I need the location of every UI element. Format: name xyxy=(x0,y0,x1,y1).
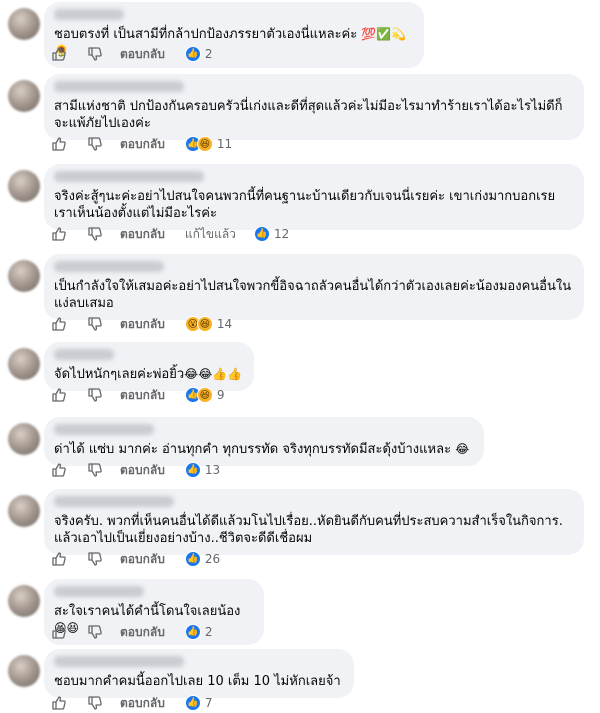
thumbs-down-icon[interactable] xyxy=(86,694,104,712)
reaction-summary[interactable]: 👍 26 xyxy=(184,551,221,567)
thumbs-up-icon[interactable] xyxy=(50,45,68,63)
thumbs-down-icon[interactable] xyxy=(86,135,104,153)
like-reaction-icon: 👍 xyxy=(184,462,201,478)
reaction-count: 26 xyxy=(204,552,221,566)
reply-button[interactable]: ตอบกลับ xyxy=(120,225,165,244)
comment-text: ชอบมากคำคมนี้ออกไปเลย 10 เต็ม 10 ไม่หักเ… xyxy=(54,674,341,689)
avatar[interactable] xyxy=(8,423,40,455)
reply-button[interactable]: ตอบกลับ xyxy=(120,694,165,713)
like-reaction-icon: 👍 xyxy=(184,624,201,640)
commenter-name[interactable] xyxy=(54,261,164,272)
reaction-summary[interactable]: 👍 😆 9 xyxy=(184,387,225,403)
reaction-summary[interactable]: 😮 😆 14 xyxy=(184,316,233,332)
comment-emoji: 😂 xyxy=(455,442,470,456)
reply-button[interactable]: ตอบกลับ xyxy=(120,550,165,569)
thumbs-down-icon[interactable] xyxy=(86,550,104,568)
reaction-summary[interactable]: 👍 12 xyxy=(253,226,290,242)
comment-bubble: จริงค่ะสู้ๆนะค่ะอย่าไปสนใจคนพวกนี้ที่คนฐ… xyxy=(44,164,584,230)
reaction-count: 13 xyxy=(204,463,221,477)
commenter-name[interactable] xyxy=(54,656,184,667)
thumbs-up-icon[interactable] xyxy=(50,461,68,479)
comment-actions: ตอบกลับ 👍 26 xyxy=(50,548,220,570)
commenter-name[interactable] xyxy=(54,424,154,435)
avatar[interactable] xyxy=(8,348,40,380)
comment-text: จริงค่ะสู้ๆนะค่ะอย่าไปสนใจคนพวกนี้ที่คนฐ… xyxy=(54,189,556,221)
commenter-name[interactable] xyxy=(54,81,184,92)
avatar[interactable] xyxy=(8,495,40,527)
comment-emoji: 😂😂👍👍 xyxy=(184,367,243,381)
comment-actions: ตอบกลับ แก้ไขแล้ว 👍 12 xyxy=(50,223,289,245)
commenter-name[interactable] xyxy=(54,586,144,597)
like-reaction-icon: 👍 xyxy=(184,551,201,567)
reply-button[interactable]: ตอบกลับ xyxy=(120,135,165,154)
comment-text: จริงครับ. พวกที่เห็นคนอื่นได้ดีแล้วมโนไป… xyxy=(54,514,563,546)
edited-label: แก้ไขแล้ว xyxy=(184,226,236,241)
comment-actions: ตอบกลับ 👍 13 xyxy=(50,459,220,481)
avatar[interactable] xyxy=(8,170,40,202)
comment-actions: ตอบกลับ 👍 2 xyxy=(50,43,213,65)
like-reaction-icon: 👍 xyxy=(184,695,201,711)
comment-text: ด่าได้ แซ่บ มากค่ะ อ่านทุกคำ ทุกบรรทัด จ… xyxy=(54,442,470,457)
reply-button[interactable]: ตอบกลับ xyxy=(120,623,165,642)
thumbs-up-icon[interactable] xyxy=(50,225,68,243)
reaction-count: 2 xyxy=(204,47,213,61)
thumbs-down-icon[interactable] xyxy=(86,315,104,333)
comment-actions: ตอบกลับ 👍 7 xyxy=(50,692,213,713)
haha-reaction-icon: 😆 xyxy=(196,136,213,152)
reaction-summary[interactable]: 👍 13 xyxy=(184,462,221,478)
thumbs-up-icon[interactable] xyxy=(50,315,68,333)
comment-bubble: จริงครับ. พวกที่เห็นคนอื่นได้ดีแล้วมโนไป… xyxy=(44,489,584,555)
commenter-name[interactable] xyxy=(54,349,114,360)
comment-actions: ตอบกลับ 👍 😆 9 xyxy=(50,384,225,406)
comment-bubble: สามีแห่งชาติ ปกป้องกันครอบครัวนี่เก่งและ… xyxy=(44,74,584,140)
comment-actions: ตอบกลับ 😮 😆 14 xyxy=(50,313,232,335)
comment-actions: ตอบกลับ 👍 2 xyxy=(50,621,213,643)
reaction-summary[interactable]: 👍 7 xyxy=(184,695,213,711)
thumbs-up-icon[interactable] xyxy=(50,550,68,568)
reaction-count: 7 xyxy=(204,696,213,710)
thumbs-down-icon[interactable] xyxy=(86,225,104,243)
like-reaction-icon: 👍 xyxy=(253,226,270,242)
reaction-count: 14 xyxy=(216,317,233,331)
thumbs-down-icon[interactable] xyxy=(86,386,104,404)
reply-button[interactable]: ตอบกลับ xyxy=(120,45,165,64)
avatar[interactable] xyxy=(8,655,40,687)
thumbs-up-icon[interactable] xyxy=(50,135,68,153)
avatar[interactable] xyxy=(8,80,40,112)
like-reaction-icon: 👍 xyxy=(184,46,201,62)
reaction-count: 11 xyxy=(216,137,233,151)
avatar[interactable] xyxy=(8,585,40,617)
reaction-summary[interactable]: 👍 2 xyxy=(184,46,213,62)
thumbs-down-icon[interactable] xyxy=(86,623,104,641)
reaction-summary[interactable]: 👍 😆 11 xyxy=(184,136,233,152)
comment-actions: ตอบกลับ 👍 😆 11 xyxy=(50,133,232,155)
reply-button[interactable]: ตอบกลับ xyxy=(120,461,165,480)
comment-text: เป็นกำลังใจให้เสมอค่ะอย่าไปสนใจพวกขี้อิจ… xyxy=(54,279,572,311)
commenter-name[interactable] xyxy=(54,171,204,182)
thumbs-down-icon[interactable] xyxy=(86,45,104,63)
thumbs-up-icon[interactable] xyxy=(50,694,68,712)
comment-text: จัดไปหนักๆเลยค่ะพ่อยิ้ว😂😂👍👍 xyxy=(54,367,243,382)
comment-bubble: เป็นกำลังใจให้เสมอค่ะอย่าไปสนใจพวกขี้อิจ… xyxy=(44,254,584,320)
reply-button[interactable]: ตอบกลับ xyxy=(120,386,165,405)
reaction-count: 12 xyxy=(273,227,290,241)
haha-reaction-icon: 😆 xyxy=(196,316,213,332)
haha-reaction-icon: 😆 xyxy=(196,387,213,403)
thumbs-down-icon[interactable] xyxy=(86,461,104,479)
reply-button[interactable]: ตอบกลับ xyxy=(120,315,165,334)
commenter-name[interactable] xyxy=(54,9,124,20)
commenter-name[interactable] xyxy=(54,496,174,507)
comment-text: สามีแห่งชาติ ปกป้องกันครอบครัวนี่เก่งและ… xyxy=(54,99,563,131)
reaction-count: 9 xyxy=(216,388,225,402)
thumbs-up-icon[interactable] xyxy=(50,623,68,641)
thumbs-up-icon[interactable] xyxy=(50,386,68,404)
reaction-summary[interactable]: 👍 2 xyxy=(184,624,213,640)
comment-bubble: ชอบมากคำคมนี้ออกไปเลย 10 เต็ม 10 ไม่หักเ… xyxy=(44,649,354,698)
reaction-count: 2 xyxy=(204,625,213,639)
avatar[interactable] xyxy=(8,8,40,40)
avatar[interactable] xyxy=(8,260,40,292)
